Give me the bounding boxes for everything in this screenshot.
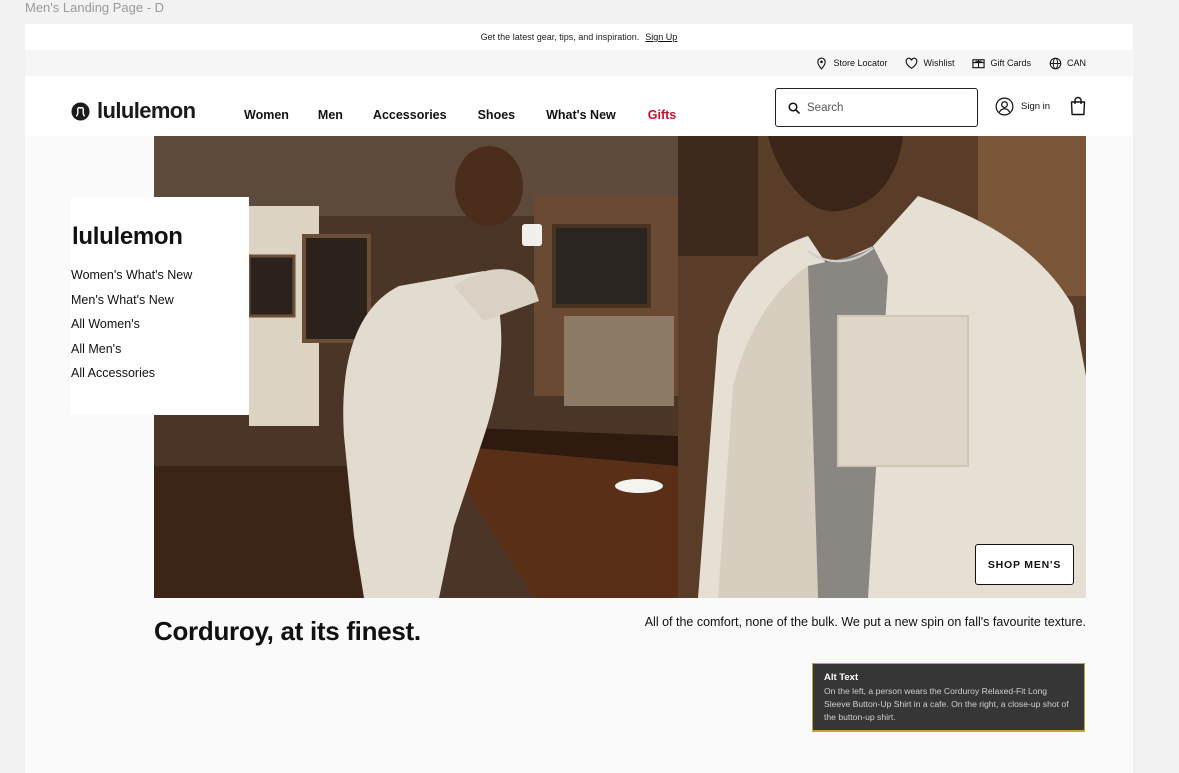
nav-item-shoes[interactable]: Shoes [478, 108, 516, 122]
location-pin-icon [817, 57, 827, 70]
signup-link[interactable]: Sign Up [645, 32, 677, 42]
region-label: CAN [1066, 58, 1086, 68]
brand-logo[interactable]: lululemon [71, 98, 196, 124]
alt-text-annotation: Alt Text On the left, a person wears the… [812, 663, 1085, 732]
wishlist-label: Wishlist [923, 58, 955, 68]
hero-subcopy: All of the comfort, none of the bulk. We… [644, 615, 1086, 629]
heart-icon [906, 57, 918, 69]
signin-label: Sign in [1021, 101, 1051, 112]
nav-item-men[interactable]: Men [318, 108, 343, 122]
wishlist-link[interactable]: Wishlist [905, 57, 954, 70]
alt-text-title: Alt Text [824, 672, 859, 683]
region-selector[interactable]: CAN [1049, 57, 1086, 70]
store-locator-label: Store Locator [833, 58, 888, 68]
nav-item-gifts[interactable]: Gifts [648, 108, 676, 122]
hero-headline: Corduroy, at its finest. [154, 616, 421, 646]
landing-page: Get the latest gear, tips, and inspirati… [25, 24, 1133, 773]
category-link-all-mens[interactable]: All Men's [71, 341, 249, 358]
alt-text-body: On the left, a person wears the Corduroy… [824, 686, 1069, 722]
nav-item-women[interactable]: Women [244, 108, 289, 122]
frame-label: Men's Landing Page - D [25, 0, 165, 15]
search-input[interactable] [807, 101, 967, 114]
signin-link[interactable]: Sign in [995, 97, 1050, 116]
category-link-all-womens[interactable]: All Women's [71, 316, 249, 333]
brand-wordmark: lululemon [97, 98, 196, 123]
hero-banner[interactable] [154, 136, 1086, 598]
category-panel-title: lululemon [72, 223, 183, 250]
lululemon-logo-icon [71, 101, 90, 121]
nav-item-whats-new[interactable]: What's New [546, 108, 616, 122]
search-box[interactable] [775, 88, 978, 127]
promo-bar: Get the latest gear, tips, and inspirati… [25, 24, 1133, 50]
hero-image-closeup [678, 136, 1086, 598]
primary-menu: Women Men Accessories Shoes What's New G… [244, 108, 676, 122]
category-panel: lululemon Women's What's New Men's What'… [71, 197, 249, 415]
category-link-womens-whats-new[interactable]: Women's What's New [71, 267, 249, 284]
search-icon [788, 101, 800, 114]
category-link-all-accessories[interactable]: All Accessories [71, 365, 249, 382]
globe-icon [1049, 57, 1062, 69]
promo-text: Get the latest gear, tips, and inspirati… [480, 32, 640, 42]
shop-mens-button[interactable]: SHOP MEN'S [975, 544, 1074, 585]
gift-cards-link[interactable]: Gift Cards [972, 57, 1031, 70]
store-locator-link[interactable]: Store Locator [815, 57, 887, 70]
gift-cards-label: Gift Cards [990, 58, 1031, 68]
gift-card-icon [972, 58, 986, 68]
shopping-bag-icon[interactable] [1070, 96, 1086, 116]
nav-item-accessories[interactable]: Accessories [373, 108, 447, 122]
user-icon [995, 97, 1014, 116]
category-link-mens-whats-new[interactable]: Men's What's New [71, 292, 249, 309]
utility-bar: Store Locator Wishlist Gift Cards CAN [25, 50, 1133, 76]
main-nav: lululemon Women Men Accessories Shoes Wh… [25, 76, 1133, 136]
